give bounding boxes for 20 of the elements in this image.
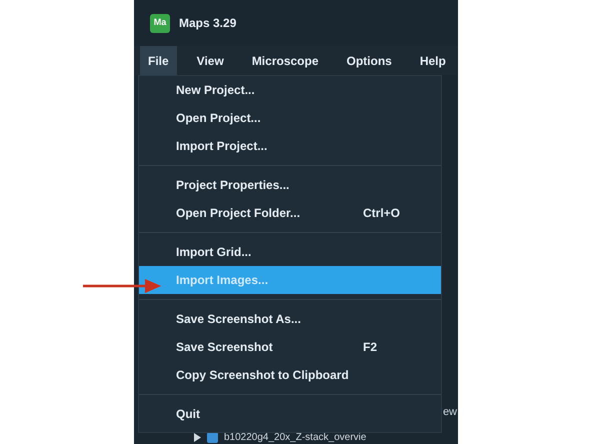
menu-item[interactable]: New Project...: [139, 76, 441, 104]
tree-item-label: b10220g4_20x_Z-stack_overvie: [224, 430, 366, 444]
menu-item[interactable]: Copy Screenshot to Clipboard: [139, 361, 441, 389]
menu-item[interactable]: Microscope: [244, 46, 326, 75]
menu-item[interactable]: Import Project...: [139, 132, 441, 160]
window-title: Maps 3.29: [179, 15, 236, 32]
menu-item[interactable]: Open Project...: [139, 104, 441, 132]
menu-item[interactable]: Save Screenshot F2: [139, 333, 441, 361]
menu-item[interactable]: Help: [412, 46, 454, 75]
partial-text: ew: [442, 405, 457, 420]
expand-icon[interactable]: [194, 432, 201, 442]
menu-item[interactable]: File: [140, 46, 177, 75]
menu-item[interactable]: Options: [338, 46, 400, 75]
menu-item[interactable]: Project Properties...: [139, 171, 441, 199]
menu-item[interactable]: Save Screenshot As...: [139, 305, 441, 333]
menu-item[interactable]: View: [188, 46, 232, 75]
app-icon: Ma: [150, 14, 170, 32]
menu-item[interactable]: Open Project Folder... Ctrl+O: [139, 199, 441, 227]
menu-item[interactable]: Quit: [139, 400, 441, 428]
menu-item[interactable]: Import Grid...: [139, 238, 441, 266]
